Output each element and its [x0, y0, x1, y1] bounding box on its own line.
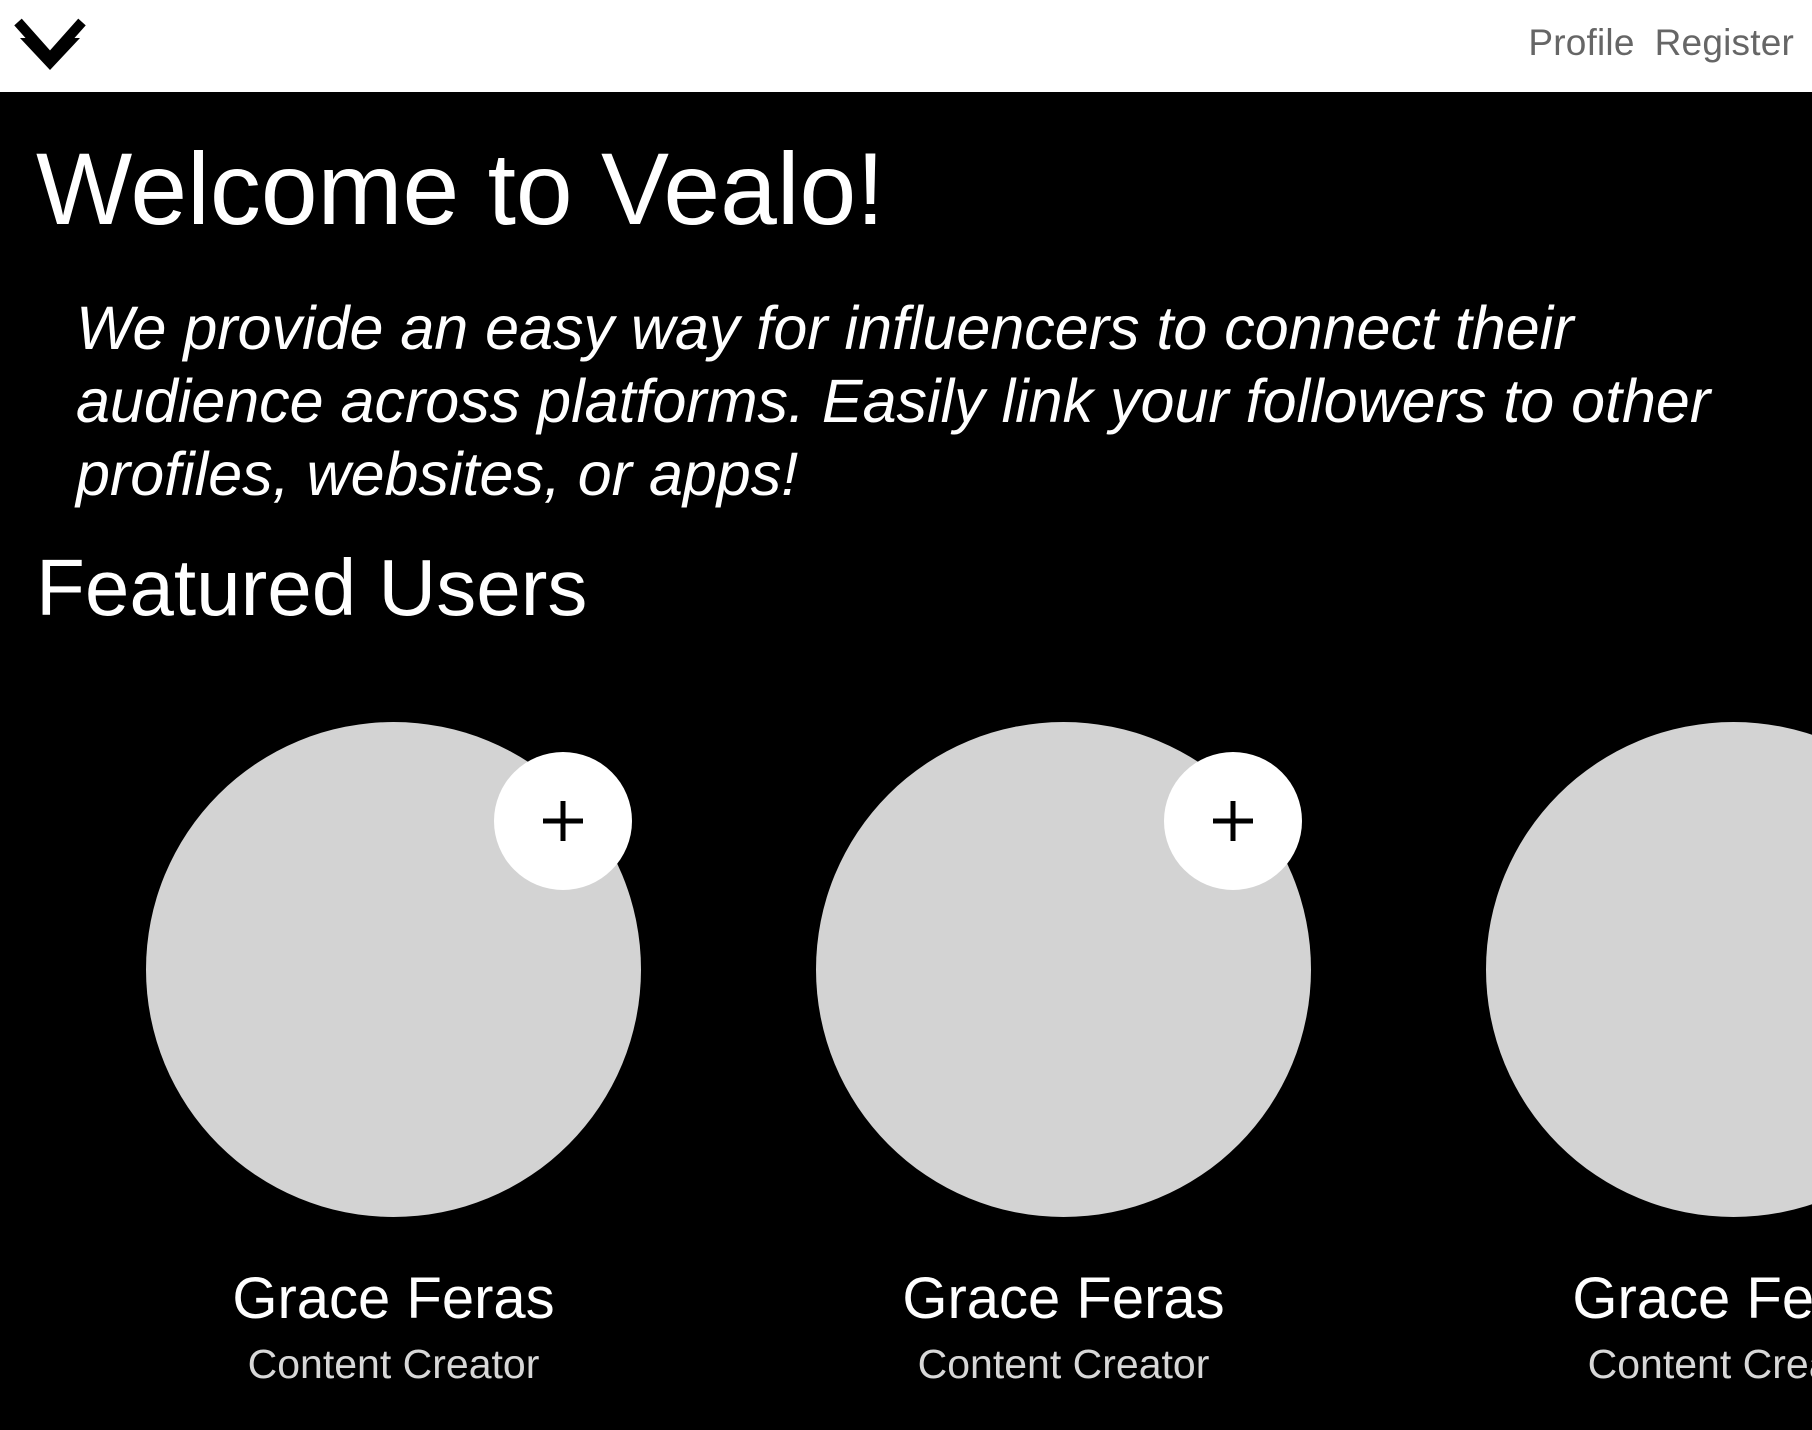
page-title: Welcome to Vealo! — [36, 132, 885, 246]
vealo-logo-icon[interactable] — [14, 14, 86, 74]
plus-icon — [1213, 801, 1253, 841]
nav-link-profile[interactable]: Profile — [1528, 22, 1634, 64]
featured-user-card[interactable]: Grace Feras Content Creator — [776, 722, 1336, 1422]
user-role: Content Creator — [917, 1341, 1210, 1387]
follow-button[interactable] — [1164, 752, 1302, 890]
avatar[interactable] — [1486, 722, 1812, 1217]
top-navbar: Profile Register — [0, 0, 1812, 92]
featured-users-heading: Featured Users — [36, 543, 588, 632]
user-role: Content Creator — [1587, 1341, 1812, 1387]
main-content: Welcome to Vealo! We provide an easy way… — [0, 92, 1812, 1430]
nav-links: Profile Register — [1528, 22, 1794, 64]
user-name[interactable]: Grace Feras — [1446, 1270, 1812, 1328]
tagline: We provide an easy way for influencers t… — [76, 294, 1711, 508]
user-name[interactable]: Grace Feras — [776, 1270, 1351, 1328]
plus-icon — [543, 801, 583, 841]
follow-button[interactable] — [494, 752, 632, 890]
featured-user-card[interactable]: Grace Feras Content Creator — [1446, 722, 1812, 1422]
user-role: Content Creator — [247, 1341, 540, 1387]
user-name[interactable]: Grace Feras — [106, 1270, 681, 1328]
nav-link-register[interactable]: Register — [1655, 22, 1794, 64]
featured-user-card[interactable]: Grace Feras Content Creator — [106, 722, 666, 1422]
